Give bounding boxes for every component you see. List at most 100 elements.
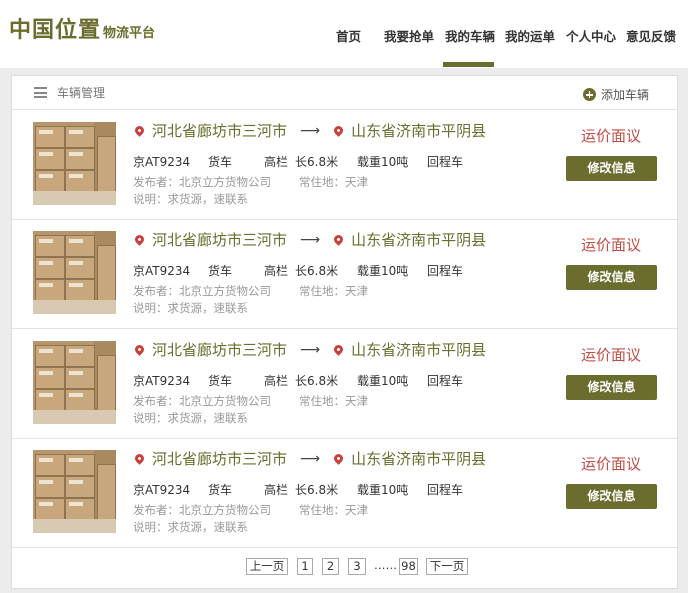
location-pin-icon: [332, 124, 345, 137]
cargo-photo[interactable]: [33, 341, 116, 424]
trip-type: 回程车: [427, 374, 464, 388]
location-pin-icon: [133, 233, 146, 246]
route-from: 河北省廊坊市三河市: [152, 122, 288, 140]
vehicle-load: 载重10吨: [357, 264, 409, 278]
publisher: 发布者：北京立方货物公司: [133, 503, 271, 517]
nav-home[interactable]: 首页: [336, 26, 361, 45]
vehicle-row: 河北省廊坊市三河市 ⟶ 山东省济南市平阴县京AT9234 货车 高栏 长6.8米 载重10吨…: [12, 439, 677, 548]
panel-header: 车辆管理 添加车辆: [12, 76, 677, 110]
route: 河北省廊坊市三河市 ⟶ 山东省济南市平阴县: [133, 448, 486, 469]
prev-page-button[interactable]: 上一页: [246, 558, 288, 575]
route-to: 山东省济南市平阴县: [351, 231, 487, 249]
route: 河北省廊坊市三河市 ⟶ 山东省济南市平阴县: [133, 120, 486, 141]
panel-title: 车辆管理: [57, 86, 106, 100]
right-arrow-icon: ⟶: [300, 341, 321, 358]
right-arrow-icon: ⟶: [300, 231, 321, 248]
edit-info-button[interactable]: 修改信息: [566, 484, 657, 509]
vehicle-body: 高栏: [264, 483, 289, 497]
page-2-button[interactable]: 2: [322, 558, 339, 575]
vehicle-type: 货车: [208, 264, 233, 278]
right-arrow-icon: ⟶: [300, 122, 321, 139]
route-from: 河北省廊坊市三河市: [152, 450, 288, 468]
plus-circle-icon: [583, 88, 596, 101]
price-negotiable: 运价面议: [581, 455, 642, 473]
pagination-ellipsis: ……: [374, 558, 397, 572]
nav-my-vehicles[interactable]: 我的车辆: [445, 26, 495, 45]
price-negotiable: 运价面议: [581, 127, 642, 145]
residence: 常住地：天津: [299, 284, 368, 298]
vehicle-note: 说明：求货源，速联系: [133, 301, 248, 315]
cargo-photo[interactable]: [33, 122, 116, 205]
location-pin-icon: [332, 343, 345, 356]
vehicle-length: 长6.8米: [295, 264, 339, 278]
trip-type: 回程车: [427, 483, 464, 497]
vehicle-length: 长6.8米: [295, 483, 339, 497]
location-pin-icon: [332, 233, 345, 246]
location-pin-icon: [332, 452, 345, 465]
vehicle-length: 长6.8米: [295, 374, 339, 388]
route-to: 山东省济南市平阴县: [351, 122, 487, 140]
list-icon: [34, 87, 47, 98]
vehicle-row: 河北省廊坊市三河市 ⟶ 山东省济南市平阴县京AT9234 货车 高栏 长6.8米 载重10吨…: [12, 220, 677, 329]
publisher: 发布者：北京立方货物公司: [133, 175, 271, 189]
price-negotiable: 运价面议: [581, 236, 642, 254]
plate-number: 京AT9234: [133, 155, 191, 169]
vehicle-type: 货车: [208, 483, 233, 497]
vehicle-row: 河北省廊坊市三河市 ⟶ 山东省济南市平阴县京AT9234 货车 高栏 长6.8米 载重10吨…: [12, 111, 677, 220]
nav-my-waybills[interactable]: 我的运单: [505, 26, 555, 45]
plate-number: 京AT9234: [133, 264, 191, 278]
nav-feedback[interactable]: 意见反馈: [626, 26, 676, 45]
page-3-button[interactable]: 3: [348, 558, 366, 575]
vehicle-body: 高栏: [264, 264, 289, 278]
nav-grab-orders[interactable]: 我要抢单: [384, 26, 434, 45]
add-vehicle-label: 添加车辆: [601, 88, 650, 102]
residence: 常住地：天津: [299, 503, 368, 517]
vehicle-note: 说明：求货源，速联系: [133, 411, 248, 425]
vehicle-note: 说明：求货源，速联系: [133, 192, 248, 206]
trip-type: 回程车: [427, 155, 464, 169]
cargo-photo[interactable]: [33, 231, 116, 314]
next-page-button[interactable]: 下一页: [426, 558, 468, 575]
route-to: 山东省济南市平阴县: [351, 450, 487, 468]
route-to: 山东省济南市平阴县: [351, 341, 487, 359]
publisher: 发布者：北京立方货物公司: [133, 394, 271, 408]
route-from: 河北省廊坊市三河市: [152, 231, 288, 249]
vehicle-load: 载重10吨: [357, 483, 409, 497]
site-header: 中国位置 物流平台 首页 我要抢单 我的车辆 我的运单 个人中心 意见反馈: [0, 0, 688, 68]
page-1-button[interactable]: 1: [297, 558, 313, 575]
vehicle-note: 说明：求货源，速联系: [133, 520, 248, 534]
vehicle-type: 货车: [208, 374, 233, 388]
main-nav: 首页 我要抢单 我的车辆 我的运单 个人中心 意见反馈: [0, 0, 688, 68]
route-from: 河北省廊坊市三河市: [152, 341, 288, 359]
edit-info-button[interactable]: 修改信息: [566, 265, 657, 290]
vehicle-type: 货车: [208, 155, 233, 169]
nav-active-indicator: [443, 62, 494, 67]
vehicle-body: 高栏: [264, 374, 289, 388]
vehicle-load: 载重10吨: [357, 155, 409, 169]
trip-type: 回程车: [427, 264, 464, 278]
vehicle-row: 河北省廊坊市三河市 ⟶ 山东省济南市平阴县京AT9234 货车 高栏 长6.8米 载重10吨…: [12, 330, 677, 439]
residence: 常住地：天津: [299, 394, 368, 408]
publisher: 发布者：北京立方货物公司: [133, 284, 271, 298]
location-pin-icon: [133, 124, 146, 137]
edit-info-button[interactable]: 修改信息: [566, 375, 657, 400]
location-pin-icon: [133, 452, 146, 465]
plate-number: 京AT9234: [133, 483, 191, 497]
pagination: 上一页 1 2 3 …… 98 下一页: [12, 558, 677, 578]
vehicle-body: 高栏: [264, 155, 289, 169]
page-last-button[interactable]: 98: [399, 558, 418, 575]
vehicle-panel: 车辆管理 添加车辆 河北省廊坊市三河市 ⟶ 山东省济南市平阴县 京AT9234 货车 高栏…: [11, 75, 678, 589]
edit-info-button[interactable]: 修改信息: [566, 156, 657, 181]
right-arrow-icon: ⟶: [300, 450, 321, 467]
cargo-photo[interactable]: [33, 450, 116, 533]
vehicle-load: 载重10吨: [357, 374, 409, 388]
nav-user-center[interactable]: 个人中心: [566, 26, 616, 45]
residence: 常住地：天津: [299, 175, 368, 189]
route: 河北省廊坊市三河市 ⟶ 山东省济南市平阴县: [133, 229, 486, 250]
plate-number: 京AT9234: [133, 374, 191, 388]
location-pin-icon: [133, 343, 146, 356]
route: 河北省廊坊市三河市 ⟶ 山东省济南市平阴县: [133, 339, 486, 360]
vehicle-length: 长6.8米: [295, 155, 339, 169]
add-vehicle-button[interactable]: 添加车辆: [583, 86, 649, 103]
price-negotiable: 运价面议: [581, 346, 642, 364]
